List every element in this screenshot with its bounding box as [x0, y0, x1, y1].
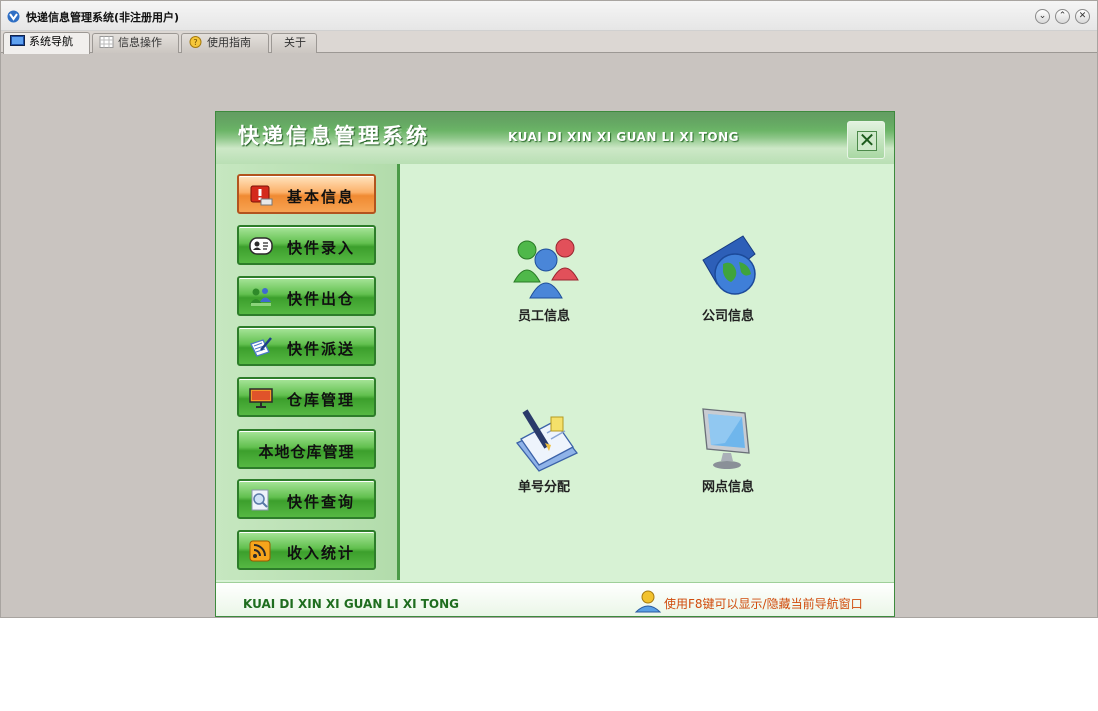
sidebar-item-income-stats[interactable]: 收入统计 [237, 530, 376, 570]
tab-label: 信息操作 [118, 36, 162, 49]
content-item-outlet-info[interactable]: 网点信息 [673, 403, 783, 503]
users-icon [513, 238, 579, 299]
sidebar-item-parcel-entry[interactable]: 快件录入 [237, 225, 376, 265]
notebook-pen-icon [515, 409, 579, 472]
close-icon: ✕ [857, 128, 877, 152]
user-hint-icon [634, 590, 662, 613]
sidebar: 基本信息 快件录入 快件出仓 快件派送 仓库管理 本地仓库管理 快件查询 收入统… [216, 164, 400, 580]
sidebar-item-label: 仓库管理 [287, 391, 356, 409]
magnifier-icon [251, 489, 269, 511]
content-item-company-info[interactable]: 公司信息 [673, 232, 783, 332]
alert-icon [250, 185, 273, 206]
footer-pinyin: KUAI DI XIN XI GUAN LI XI TONG [243, 597, 460, 611]
app-logo-icon [7, 10, 20, 23]
maximize-button[interactable]: ⌃ [1055, 9, 1070, 24]
window-title: 快递信息管理系统(非注册用户) [26, 11, 180, 24]
tab-label: 关于 [284, 36, 306, 49]
panel-footer: KUAI DI XIN XI GUAN LI XI TONG 使用F8键可以显示… [216, 582, 894, 616]
close-window-button[interactable]: ✕ [1075, 9, 1090, 24]
sidebar-item-parcel-outbound[interactable]: 快件出仓 [237, 276, 376, 316]
sidebar-item-label: 收入统计 [287, 544, 356, 562]
svg-text:?: ? [193, 38, 197, 47]
tab-system-nav[interactable]: 系统导航 [3, 32, 90, 54]
tab-bar: 系统导航 信息操作 ? 使用指南 关于 [1, 31, 1097, 54]
panel-close-button[interactable]: ✕ [847, 121, 885, 159]
tab-label: 使用指南 [207, 36, 251, 49]
content-item-number-allocation[interactable]: 单号分配 [489, 403, 599, 503]
sidebar-item-label: 快件派送 [287, 340, 356, 358]
monitor-icon [10, 35, 25, 46]
sidebar-item-label: 快件录入 [287, 239, 356, 257]
tab-info-ops[interactable]: 信息操作 [92, 33, 179, 53]
minimize-button[interactable]: ⌄ [1035, 9, 1050, 24]
globe-icon [702, 235, 756, 295]
title-bar: 快递信息管理系统(非注册用户) ⌄ ⌃ ✕ [1, 1, 1097, 31]
sidebar-item-label: 基本信息 [287, 188, 356, 206]
sidebar-item-label: 快件出仓 [287, 290, 356, 308]
people-icon [250, 288, 271, 306]
sidebar-item-parcel-delivery[interactable]: 快件派送 [237, 326, 376, 366]
banner-title-reflection: 快递信息管理系统 [238, 126, 430, 141]
sidebar-item-local-warehouse[interactable]: 本地仓库管理 [237, 429, 376, 469]
panel-banner: 快递信息管理系统 快递信息管理系统 KUAI DI XIN XI GUAN LI… [216, 112, 894, 164]
contact-card-icon [249, 237, 273, 255]
presentation-icon [249, 388, 273, 408]
help-icon: ? [189, 36, 202, 48]
content-item-staff-info[interactable]: 员工信息 [489, 232, 599, 332]
rss-icon [249, 540, 271, 562]
sidebar-item-warehouse[interactable]: 仓库管理 [237, 377, 376, 417]
content-item-label: 单号分配 [517, 480, 570, 495]
monitor-icon [702, 408, 750, 469]
tab-user-guide[interactable]: ? 使用指南 [181, 33, 269, 53]
navigation-panel: 快递信息管理系统 快递信息管理系统 KUAI DI XIN XI GUAN LI… [215, 111, 895, 617]
content-item-label: 网点信息 [701, 480, 754, 495]
content-item-label: 公司信息 [701, 309, 754, 324]
document-pen-icon [250, 337, 272, 357]
sidebar-item-parcel-query[interactable]: 快件查询 [237, 479, 376, 519]
tab-label: 系统导航 [29, 35, 73, 48]
sidebar-item-basic-info[interactable]: 基本信息 [237, 174, 376, 214]
footer-hint: 使用F8键可以显示/隐藏当前导航窗口 [664, 597, 863, 611]
tab-about[interactable]: 关于 [271, 33, 317, 53]
app-window: 快递信息管理系统(非注册用户) ⌄ ⌃ ✕ 系统导航 信息操作 ? 使用指南 关… [0, 0, 1098, 618]
grid-icon [99, 36, 114, 48]
sidebar-item-label: 快件查询 [287, 493, 356, 511]
sidebar-item-label: 本地仓库管理 [258, 443, 355, 461]
content-item-label: 员工信息 [517, 309, 570, 324]
banner-pinyin: KUAI DI XIN XI GUAN LI XI TONG [508, 130, 740, 144]
